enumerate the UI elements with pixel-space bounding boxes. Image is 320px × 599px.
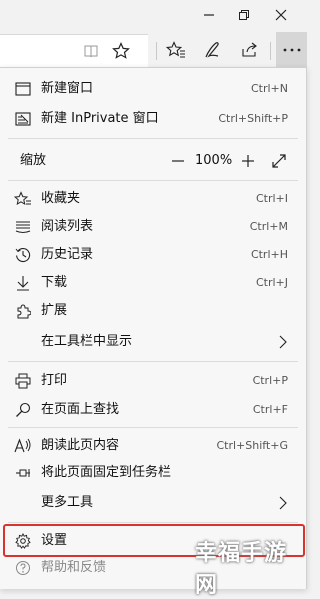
menu-divider bbox=[8, 522, 298, 523]
zoom-in-button[interactable] bbox=[238, 150, 258, 172]
menu-item-label: 将此页面固定到任务栏 bbox=[41, 465, 172, 480]
settings-menu: 新建窗口 Ctrl+N 新建 InPrivate 窗口 Ctrl+Shift+P… bbox=[0, 67, 307, 589]
zoom-label: 缩放 bbox=[20, 153, 47, 168]
settings-and-more-button[interactable] bbox=[276, 32, 307, 68]
shortcut-text: Ctrl+Shift+G bbox=[216, 439, 288, 452]
shortcut-text: Ctrl+Shift+P bbox=[218, 112, 288, 125]
restore-button[interactable] bbox=[225, 0, 263, 30]
add-favorite-button[interactable] bbox=[106, 35, 136, 67]
menu-divider bbox=[8, 361, 298, 362]
shortcut-text: Ctrl+P bbox=[252, 374, 288, 387]
new-window-icon bbox=[14, 80, 32, 98]
help-icon bbox=[14, 559, 32, 577]
more-icon bbox=[283, 48, 300, 52]
menu-item-reading-list[interactable]: 阅读列表 Ctrl+M bbox=[0, 212, 306, 242]
share-icon bbox=[242, 42, 257, 57]
minus-icon bbox=[172, 160, 184, 162]
pin-icon bbox=[14, 464, 32, 482]
search-icon bbox=[14, 401, 32, 419]
menu-divider bbox=[8, 138, 298, 139]
zoom-level: 100% bbox=[195, 153, 233, 168]
title-bar bbox=[0, 0, 307, 30]
extensions-icon bbox=[14, 302, 32, 320]
address-bar[interactable] bbox=[0, 34, 148, 68]
shortcut-text: Ctrl+H bbox=[250, 248, 288, 261]
reading-list-icon bbox=[14, 218, 32, 236]
shortcut-text: Ctrl+M bbox=[249, 220, 288, 233]
minimize-icon bbox=[204, 14, 214, 16]
menu-item-label: 帮助和反馈 bbox=[41, 560, 107, 575]
menu-item-show-in-toolbar[interactable]: 在工具栏中显示 bbox=[0, 327, 306, 357]
restore-icon bbox=[239, 10, 249, 20]
share-button[interactable] bbox=[235, 34, 265, 66]
chevron-right-icon bbox=[278, 335, 288, 349]
inprivate-icon bbox=[14, 110, 32, 128]
pen-icon bbox=[205, 42, 219, 58]
toolbar-divider bbox=[270, 42, 271, 60]
menu-item-new-inprivate[interactable]: 新建 InPrivate 窗口 Ctrl+Shift+P bbox=[0, 104, 306, 134]
download-icon bbox=[14, 274, 32, 292]
menu-item-history[interactable]: 历史记录 Ctrl+H bbox=[0, 240, 306, 270]
menu-item-pin-taskbar[interactable]: 将此页面固定到任务栏 bbox=[0, 458, 306, 488]
menu-item-favorites[interactable]: 收藏夹 Ctrl+I bbox=[0, 184, 306, 214]
toolbar-divider bbox=[156, 42, 157, 60]
menu-item-zoom: 缩放 100% bbox=[0, 146, 306, 176]
plus-icon bbox=[242, 155, 254, 167]
menu-item-downloads[interactable]: 下载 Ctrl+J bbox=[0, 268, 306, 298]
menu-item-label: 收藏夹 bbox=[41, 191, 81, 206]
menu-item-label: 下载 bbox=[41, 275, 68, 290]
menu-divider bbox=[8, 180, 298, 181]
menu-item-label: 新建窗口 bbox=[41, 81, 94, 96]
print-icon bbox=[14, 372, 32, 390]
menu-item-read-aloud[interactable]: 朗读此页内容 Ctrl+Shift+G bbox=[0, 431, 306, 461]
zoom-out-button[interactable] bbox=[168, 150, 188, 172]
star-icon bbox=[112, 42, 130, 59]
close-icon bbox=[275, 9, 287, 21]
menu-item-label: 朗读此页内容 bbox=[41, 438, 120, 453]
favorites-icon bbox=[14, 190, 32, 208]
browser-toolbar bbox=[0, 30, 307, 70]
menu-item-label: 阅读列表 bbox=[41, 219, 94, 234]
web-notes-button[interactable] bbox=[197, 34, 227, 66]
menu-item-label: 在工具栏中显示 bbox=[41, 334, 133, 349]
shortcut-text: Ctrl+J bbox=[255, 276, 288, 289]
menu-item-label: 更多工具 bbox=[41, 495, 94, 510]
shortcut-text: Ctrl+F bbox=[252, 403, 288, 416]
shortcut-text: Ctrl+I bbox=[255, 192, 288, 205]
menu-item-label: 扩展 bbox=[41, 303, 68, 318]
menu-divider bbox=[8, 427, 298, 428]
menu-item-more-tools[interactable]: 更多工具 bbox=[0, 488, 306, 518]
menu-item-label: 在页面上查找 bbox=[41, 402, 120, 417]
menu-item-label: 打印 bbox=[41, 373, 68, 388]
menu-item-print[interactable]: 打印 Ctrl+P bbox=[0, 366, 306, 396]
menu-item-label: 历史记录 bbox=[41, 247, 94, 262]
menu-item-extensions[interactable]: 扩展 bbox=[0, 296, 306, 326]
history-icon bbox=[14, 246, 32, 264]
menu-item-label: 新建 InPrivate 窗口 bbox=[41, 111, 159, 126]
close-button[interactable] bbox=[262, 0, 300, 30]
favorites-hub-button[interactable] bbox=[161, 34, 191, 66]
watermark-logo: 幸福手游网 bbox=[195, 540, 288, 598]
minimize-button[interactable] bbox=[190, 0, 228, 30]
reading-view-button[interactable] bbox=[76, 35, 106, 67]
chevron-right-icon bbox=[278, 496, 288, 510]
fullscreen-icon bbox=[272, 154, 286, 168]
shortcut-text: Ctrl+N bbox=[250, 82, 288, 95]
menu-item-find[interactable]: 在页面上查找 Ctrl+F bbox=[0, 395, 306, 425]
favorites-hub-icon bbox=[166, 41, 185, 58]
menu-item-new-window[interactable]: 新建窗口 Ctrl+N bbox=[0, 74, 306, 104]
read-aloud-icon bbox=[14, 437, 32, 455]
fullscreen-button[interactable] bbox=[268, 150, 290, 172]
book-icon bbox=[84, 45, 98, 58]
